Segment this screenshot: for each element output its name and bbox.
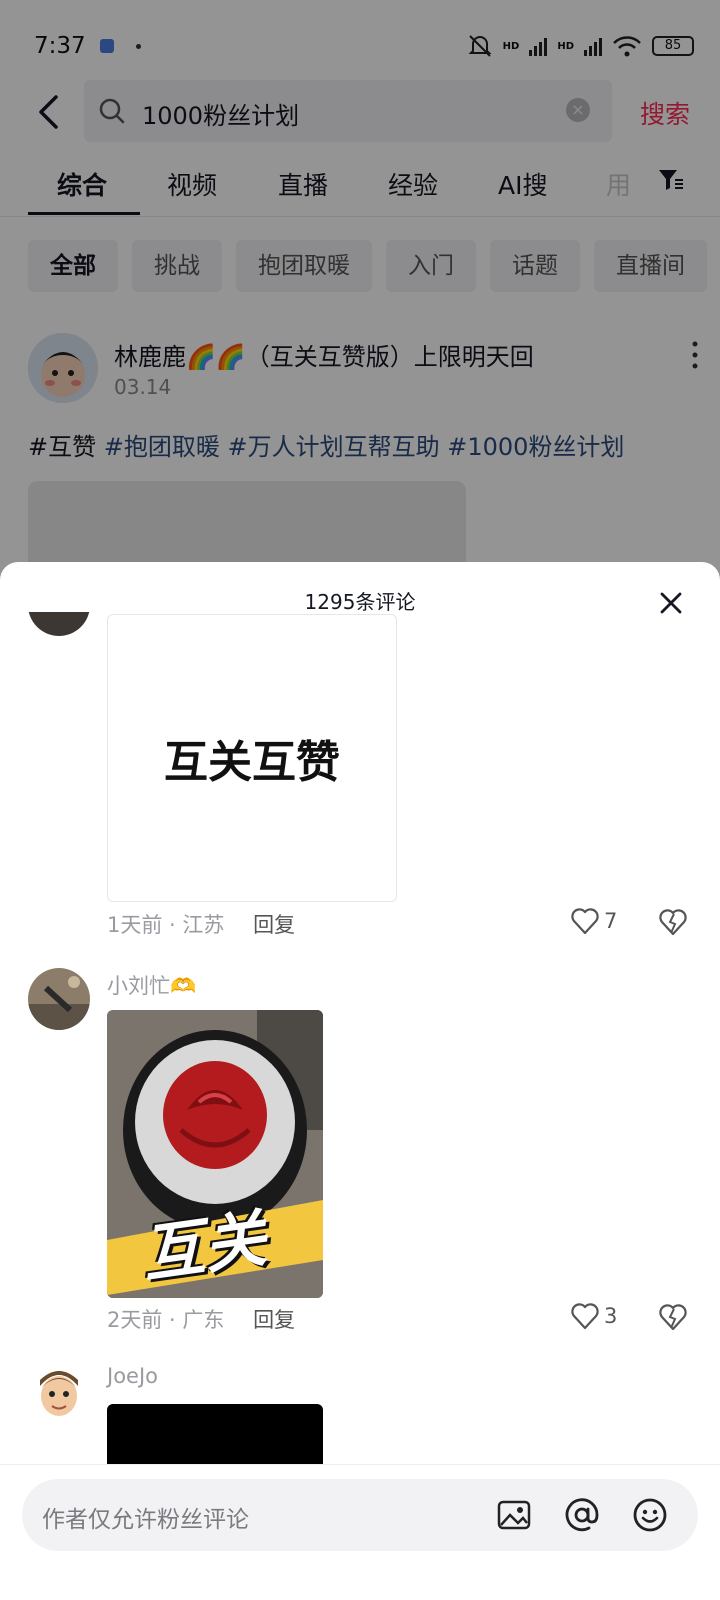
comments-count-title: 1295条评论 (304, 590, 416, 614)
comment-time: 2天前 (107, 1308, 163, 1332)
comment-image-text: 互关 (137, 1201, 271, 1292)
dislike-heart-icon[interactable] (658, 1303, 688, 1331)
heart-icon (571, 908, 599, 935)
comments-sheet: 1295条评论 互关互赞 1天前 · 江苏 回复 7 小刘忙🫶 互关 2天前 ·… (0, 562, 720, 1600)
like-button[interactable]: 7 (570, 907, 617, 935)
comment-input-placeholder: 作者仅允许粉丝评论 (42, 1507, 249, 1533)
comment-location: 江苏 (182, 913, 225, 937)
like-button[interactable]: 3 (570, 1302, 617, 1330)
comment-location: 广东 (182, 1308, 225, 1332)
commenter-username[interactable]: 小刘忙🫶 (107, 970, 196, 1000)
reply-button[interactable]: 回复 (253, 1308, 295, 1332)
commenter-username[interactable]: JoeJo (107, 1364, 158, 1388)
reply-button[interactable]: 回复 (253, 913, 295, 937)
comment-image-text: 互关互赞 (164, 737, 340, 788)
comment-meta: 2天前 · 广东 回复 (107, 1308, 296, 1332)
comment-input-bar: 作者仅允许粉丝评论 (0, 1464, 720, 1600)
image-icon[interactable] (496, 1497, 532, 1533)
comment-image[interactable] (107, 1404, 323, 1464)
heart-icon (571, 1303, 599, 1330)
dislike-heart-icon[interactable] (658, 908, 688, 936)
commenter-avatar[interactable] (28, 968, 90, 1030)
mention-icon[interactable] (564, 1497, 600, 1533)
comment-image[interactable]: 互关互赞 (107, 614, 397, 902)
comment-list[interactable]: 互关互赞 1天前 · 江苏 回复 7 小刘忙🫶 互关 2天前 · 广东 回复 3… (0, 612, 720, 1464)
like-count: 3 (604, 1304, 618, 1328)
like-count: 7 (604, 909, 618, 933)
commenter-avatar[interactable] (28, 1362, 90, 1424)
comment-meta: 1天前 · 江苏 回复 (107, 913, 296, 937)
comment-image[interactable]: 互关 (107, 1010, 323, 1298)
commenter-avatar[interactable] (28, 612, 90, 636)
comment-time: 1天前 (107, 913, 163, 937)
comment-input[interactable]: 作者仅允许粉丝评论 (22, 1479, 698, 1551)
emoji-icon[interactable] (632, 1497, 668, 1533)
close-icon[interactable] (660, 592, 682, 614)
